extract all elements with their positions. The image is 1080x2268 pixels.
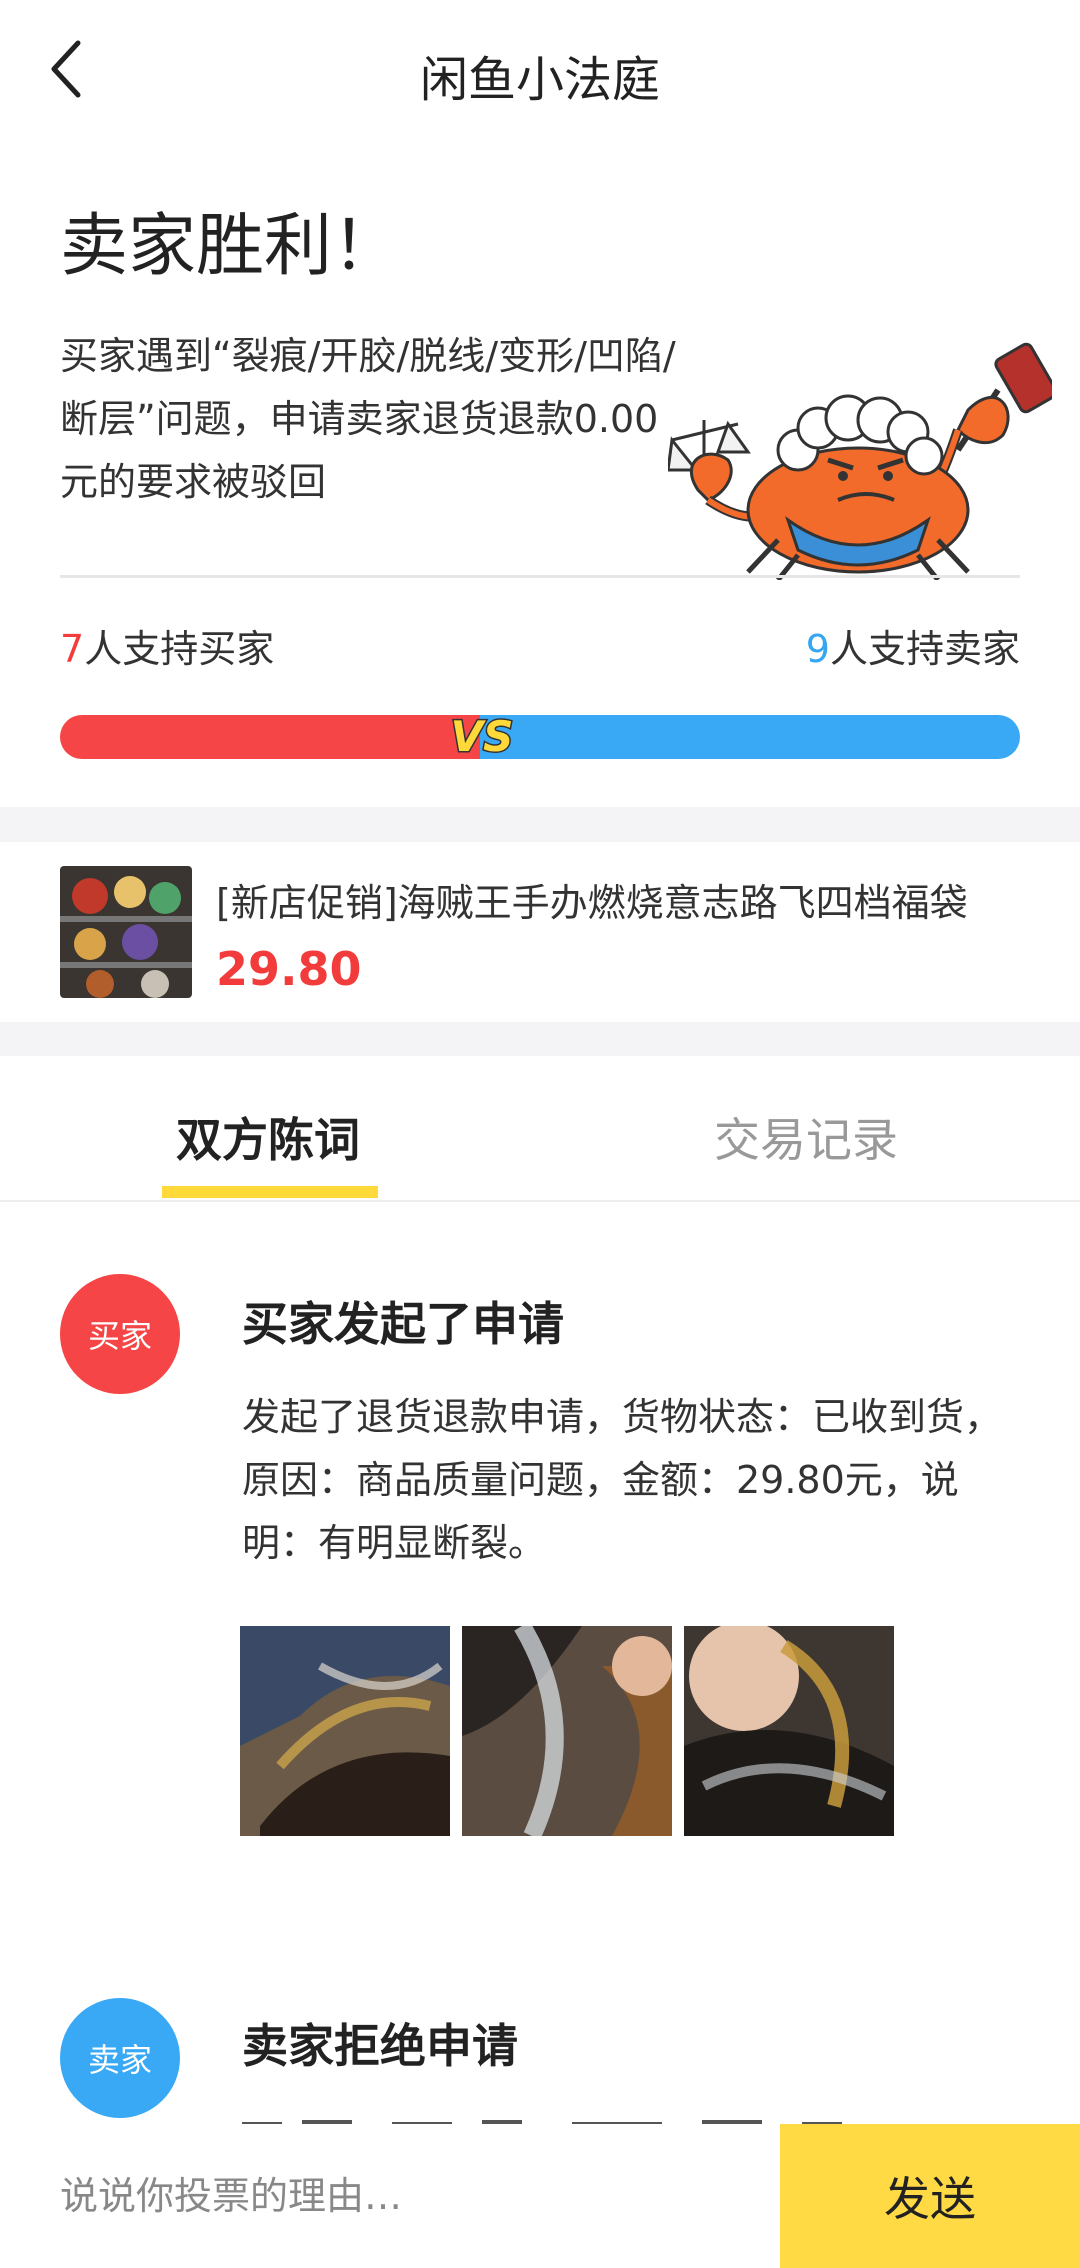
- evidence-image[interactable]: [462, 1626, 672, 1836]
- judge-crab-illustration: [668, 342, 1052, 580]
- product-thumbnail: [60, 866, 192, 998]
- seller-vote-fill: [480, 715, 1020, 759]
- entry-text: 发起了退货退款申请，货物状态：已收到货，原因：商品质量问题，金额：29.80元，…: [242, 1395, 1003, 1565]
- vs-badge: VS: [449, 711, 515, 763]
- evidence-image[interactable]: [240, 1626, 450, 1836]
- page-title: 闲鱼小法庭: [419, 52, 660, 108]
- buyer-support-label: 人支持买家: [84, 627, 275, 671]
- comment-bar: 发送: [0, 2124, 1080, 2268]
- tab-transaction-records[interactable]: 交易记录: [714, 1104, 898, 1170]
- section-gap: [0, 1022, 1080, 1056]
- entry-title: 买家发起了申请: [242, 1297, 564, 1351]
- product-card[interactable]: [新店促销]海贼王手办燃烧意志路飞四档福袋 29.80: [0, 842, 1080, 1022]
- seller-support-count: 9: [805, 627, 830, 671]
- buyer-support: 7人支持买家: [60, 618, 274, 673]
- buyer-vote-fill: [60, 715, 480, 759]
- section-gap: [0, 807, 1080, 842]
- send-button[interactable]: 发送: [780, 2124, 1080, 2268]
- product-title: [新店促销]海贼王手办燃烧意志路飞四档福袋: [216, 881, 968, 925]
- tab-statements[interactable]: 双方陈词: [176, 1104, 360, 1170]
- product-price: 29.80: [216, 942, 362, 996]
- buyer-avatar: 买家: [60, 1274, 180, 1394]
- seller-avatar: 卖家: [60, 1998, 180, 2118]
- tab-bar: 双方陈词 交易记录: [0, 1056, 1080, 1202]
- vote-ratio-bar: [60, 715, 1020, 759]
- verdict-description: 买家遇到“裂痕/开胶/脱线/变形/凹陷/断层”问题，申请卖家退货退款0.00元的…: [60, 334, 676, 504]
- evidence-image[interactable]: [684, 1626, 894, 1836]
- buyer-support-count: 7: [60, 627, 85, 671]
- seller-support: 9人支持卖家: [806, 618, 1020, 673]
- verdict-title: 卖家胜利！: [60, 207, 401, 286]
- vote-reason-input[interactable]: [0, 2124, 780, 2268]
- vs-label: VS: [451, 712, 514, 761]
- divider: [60, 575, 1020, 578]
- entry-title: 卖家拒绝申请: [242, 2019, 518, 2073]
- top-nav-bar: 闲鱼小法庭: [0, 0, 1080, 140]
- active-tab-indicator: [162, 1186, 378, 1198]
- seller-support-label: 人支持卖家: [829, 627, 1020, 671]
